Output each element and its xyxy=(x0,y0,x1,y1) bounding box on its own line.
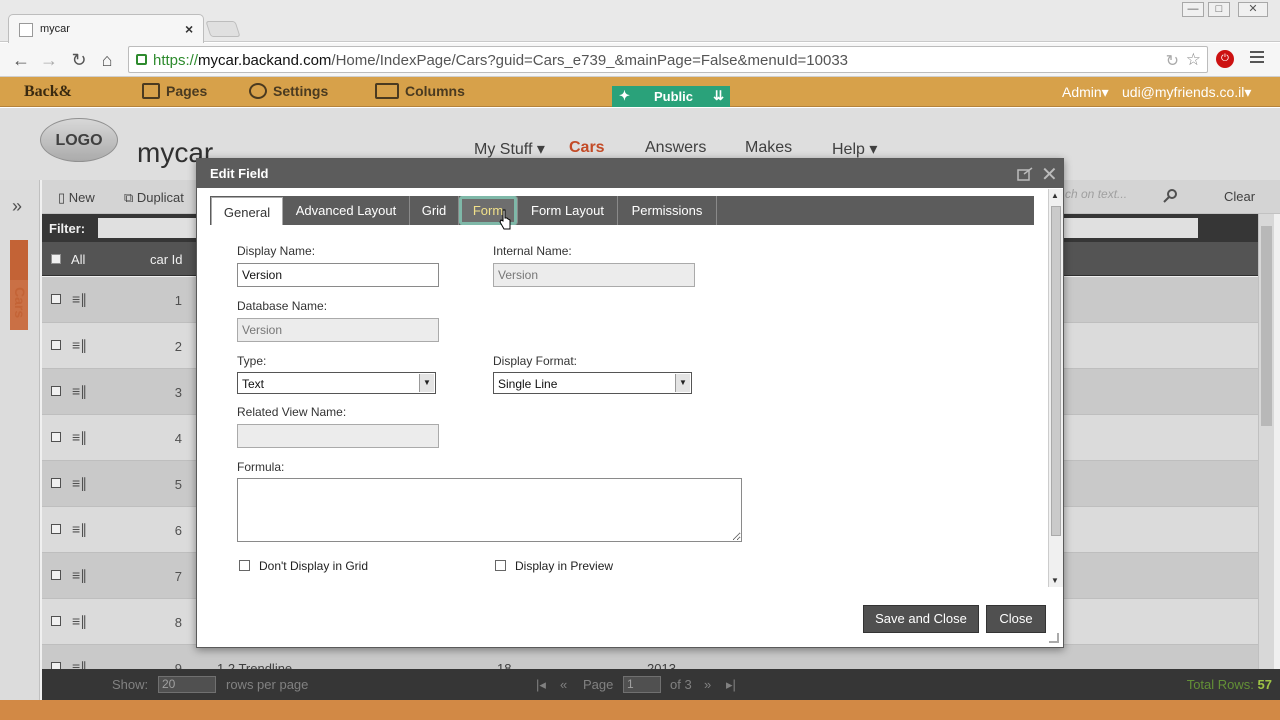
chevron-down-icon: ▼ xyxy=(419,374,434,392)
dont-display-in-grid-label: Don't Display in Grid xyxy=(259,559,368,573)
settings-label: Settings xyxy=(273,83,329,99)
columns-menu[interactable]: Columns xyxy=(375,83,465,99)
pages-menu[interactable]: Pages xyxy=(142,83,207,99)
url-host: mycar.backand.com xyxy=(198,52,332,69)
url-path: /Home/IndexPage/Cars?guid=Cars_e739_&mai… xyxy=(331,52,849,69)
lock-icon xyxy=(136,54,147,65)
dialog-scrollbar[interactable]: ▲ ▼ xyxy=(1048,189,1063,587)
back-arrow-icon[interactable]: ← xyxy=(10,49,32,71)
dialog-scroll-thumb[interactable] xyxy=(1051,206,1061,536)
display-name-input[interactable] xyxy=(237,263,439,287)
home-icon[interactable]: ⌂ xyxy=(96,49,118,71)
display-format-select[interactable]: Single Line ▼ xyxy=(493,372,692,394)
tab-advanced-layout[interactable]: Advanced Layout xyxy=(283,196,410,225)
dialog-titlebar[interactable]: Edit Field xyxy=(197,159,1063,188)
scroll-up-icon[interactable]: ▲ xyxy=(1051,191,1059,200)
pages-label: Pages xyxy=(166,83,208,99)
database-name-input[interactable] xyxy=(237,318,439,342)
tab-form-layout[interactable]: Form Layout xyxy=(518,196,618,225)
dialog-title: Edit Field xyxy=(210,166,269,181)
favicon-icon xyxy=(19,23,33,37)
maximize-window-button[interactable]: □ xyxy=(1208,2,1230,17)
browser-menu-icon[interactable] xyxy=(1250,51,1264,65)
browser-toolbar: ← → ↻ ⌂ https://mycar.backand.com/Home/I… xyxy=(0,43,1280,77)
save-and-close-button[interactable]: Save and Close xyxy=(863,605,979,633)
chevron-down-icon: ▼ xyxy=(675,374,690,392)
type-label: Type: xyxy=(237,354,267,368)
close-tab-icon[interactable]: × xyxy=(185,21,193,37)
display-in-preview-label: Display in Preview xyxy=(515,559,614,573)
popout-icon[interactable] xyxy=(1017,167,1033,181)
admin-menu[interactable]: Admin▾ xyxy=(1062,84,1109,101)
edit-field-dialog: Edit Field ✕ General Advanced Layout Gri… xyxy=(196,158,1064,648)
public-label: Public xyxy=(654,89,694,104)
scroll-down-icon[interactable]: ▼ xyxy=(1051,576,1059,585)
extension-icon[interactable]: ⏻ xyxy=(1216,50,1234,68)
browser-tab[interactable]: mycar × xyxy=(8,14,204,43)
user-menu[interactable]: udi@myfriends.co.il▾ xyxy=(1122,84,1251,101)
hand-cursor-icon xyxy=(499,209,511,230)
type-select[interactable]: Text ▼ xyxy=(237,372,436,394)
internal-name-input[interactable] xyxy=(493,263,695,287)
type-value: Text xyxy=(242,377,265,391)
display-format-label: Display Format: xyxy=(493,354,578,368)
tab-general[interactable]: General xyxy=(211,197,283,225)
dont-display-in-grid-checkbox[interactable] xyxy=(239,560,250,571)
display-name-label: Display Name: xyxy=(237,244,316,258)
pages-icon xyxy=(142,83,160,99)
url-protocol: https:// xyxy=(153,52,199,69)
columns-label: Columns xyxy=(405,83,465,99)
resize-grip-icon[interactable] xyxy=(1049,633,1059,643)
related-view-input[interactable] xyxy=(237,424,439,448)
plus-icon: ✦ xyxy=(619,88,630,103)
tab-grid[interactable]: Grid xyxy=(410,196,459,225)
columns-icon xyxy=(375,83,399,99)
chevron-down-icon: ⇊ xyxy=(713,88,724,103)
forward-arrow-icon[interactable]: → xyxy=(38,49,60,71)
settings-menu[interactable]: Settings xyxy=(249,83,328,99)
brand-logo[interactable]: Back& xyxy=(24,83,72,101)
url-text: https://mycar.backand.com/Home/IndexPage… xyxy=(153,52,848,69)
formula-label: Formula: xyxy=(237,460,285,474)
address-bar[interactable]: https://mycar.backand.com/Home/IndexPage… xyxy=(128,46,1208,73)
internal-name-label: Internal Name: xyxy=(493,244,572,258)
formula-textarea[interactable] xyxy=(237,478,742,542)
page-reload-icon[interactable]: ↻ xyxy=(1166,51,1179,71)
related-view-label: Related View Name: xyxy=(237,405,347,419)
bookmark-star-icon[interactable]: ☆ xyxy=(1186,50,1201,70)
public-toggle-button[interactable]: ✦ Public ⇊ xyxy=(612,86,730,107)
dialog-tabs: General Advanced Layout Grid Form Form L… xyxy=(210,196,1034,225)
browser-tab-title: mycar xyxy=(40,23,70,35)
minimize-window-button[interactable]: — xyxy=(1182,2,1204,17)
close-button[interactable]: Close xyxy=(986,605,1046,633)
reload-icon[interactable]: ↻ xyxy=(68,49,90,71)
close-window-button[interactable]: ✕ xyxy=(1238,2,1268,17)
dialog-close-icon[interactable]: ✕ xyxy=(1041,162,1058,187)
display-in-preview-checkbox[interactable] xyxy=(495,560,506,571)
gear-icon xyxy=(249,83,267,99)
database-name-label: Database Name: xyxy=(237,299,328,313)
new-tab-button[interactable] xyxy=(205,21,241,37)
display-format-value: Single Line xyxy=(498,377,558,391)
tab-permissions[interactable]: Permissions xyxy=(618,196,717,225)
